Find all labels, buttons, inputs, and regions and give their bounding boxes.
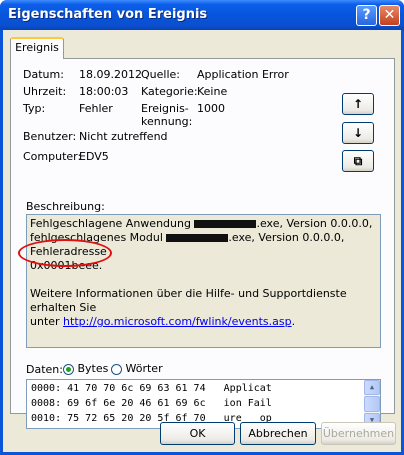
hex-row: 0000: 41 70 70 6c 69 63 61 74 Applicat (31, 383, 272, 394)
previous-event-button[interactable]: ↑ (342, 93, 374, 115)
data-label: Daten: (26, 363, 63, 376)
datum-label: Datum: (23, 68, 64, 81)
description-text[interactable]: Fehlgeschlagene Anwendung .exe, Version … (26, 214, 381, 348)
desc-more-2-a: unter (30, 315, 64, 328)
apply-button[interactable]: Übernehmen (321, 422, 396, 445)
quelle-label: Quelle: (141, 68, 180, 81)
scroll-thumb[interactable] (364, 396, 380, 412)
computer-value: EDV5 (79, 150, 109, 163)
title-bar[interactable]: Eigenschaften von Ereignis ? ✕ (0, 0, 404, 30)
words-radio-dot[interactable] (111, 363, 122, 375)
kategorie-value: Keine (197, 85, 228, 98)
typ-label: Typ: (23, 102, 46, 115)
desc-more-2-b: . (291, 315, 296, 328)
tab-panel: Datum: 18.09.2012 Uhrzeit: 18:00:03 Typ:… (10, 58, 395, 429)
words-radio-label: Wörter (125, 362, 163, 375)
words-radio[interactable]: Wörter (111, 362, 163, 375)
ereignis-label-1: Ereignis- (141, 102, 189, 115)
data-scrollbar[interactable]: ▲ ▼ (364, 380, 380, 428)
redaction-bar (194, 220, 257, 228)
kategorie-label: Kategorie: (141, 85, 198, 98)
benutzer-label: Benutzer: (23, 130, 77, 143)
next-event-button[interactable]: ↓ (342, 122, 374, 144)
ereignis-label-2: kennung: (141, 115, 193, 128)
hex-row: 0008: 69 6f 6e 20 46 61 69 6c ion Fail (31, 398, 272, 409)
bytes-radio-label: Bytes (77, 362, 109, 375)
help-button[interactable]: ? (356, 5, 377, 26)
copy-button[interactable]: ⧉ (342, 150, 374, 172)
description-label: Beschreibung: (26, 200, 105, 213)
scroll-up-button[interactable]: ▲ (364, 380, 380, 395)
computer-label: Computer: (23, 150, 82, 163)
cancel-button[interactable]: Abbrechen (240, 422, 316, 445)
event-properties-window: Eigenschaften von Ereignis ? ✕ Ereignis … (0, 0, 404, 455)
desc-line1-a: Fehlgeschlagene Anwendung (30, 217, 195, 230)
ereignis-value: 1000 (197, 102, 225, 115)
red-annotation-circle (18, 239, 112, 267)
bytes-radio[interactable]: Bytes (63, 362, 108, 375)
window-title: Eigenschaften von Ereignis (8, 7, 208, 22)
tab-ereignis[interactable]: Ereignis (10, 37, 64, 59)
uhrzeit-label: Uhrzeit: (23, 85, 67, 98)
copy-icon: ⧉ (353, 154, 363, 168)
typ-value: Fehler (79, 102, 113, 115)
desc-more-1: Weitere Informationen über die Hilfe- un… (30, 287, 347, 314)
close-button[interactable]: ✕ (379, 5, 400, 26)
desc-line1-b: .exe, Version 0.0.0.0, (256, 217, 373, 230)
ok-button[interactable]: OK (160, 422, 235, 445)
help-link[interactable]: http://go.microsoft.com/fwlink/events.as… (63, 315, 292, 328)
bytes-radio-dot[interactable] (63, 363, 74, 375)
dialog-client-area: Ereignis Datum: 18.09.2012 Uhrzeit: 18:0… (3, 30, 401, 452)
redaction-bar (166, 234, 229, 242)
datum-value: 18.09.2012 (79, 68, 142, 81)
uhrzeit-value: 18:00:03 (79, 85, 129, 98)
benutzer-value: Nicht zutreffend (79, 130, 168, 143)
quelle-value: Application Error (197, 68, 289, 81)
